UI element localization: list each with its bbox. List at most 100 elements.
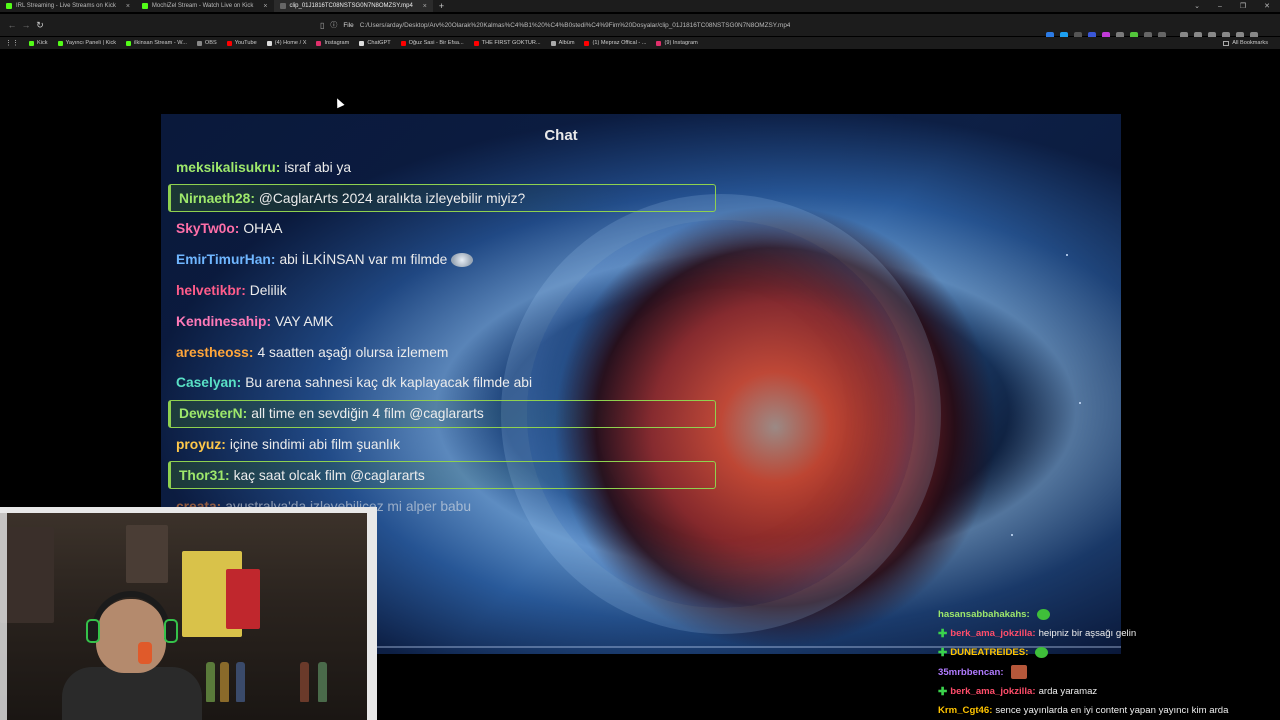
frame-edge (0, 507, 377, 513)
side-chat-username: Krm_Cgt46: (938, 705, 993, 717)
info-icon[interactable]: ⓘ (330, 20, 337, 30)
tab-search-icon[interactable]: ⌄ (1194, 2, 1200, 10)
wall-poster (226, 569, 260, 629)
chat-text: kaç saat olcak film @caglararts (233, 467, 425, 483)
close-tab-icon[interactable]: × (126, 3, 130, 10)
side-chat-text: arda yaramaz (1038, 685, 1098, 697)
bookmark-mepraz[interactable]: (1) Mepraz Offical - ... (579, 40, 651, 46)
tab-title: MochiZel Stream - Watch Live on Kick (151, 3, 254, 9)
emote-icon (451, 252, 474, 267)
chat-username: Kendinesahip: (176, 313, 272, 329)
side-chat-username: hasansabbahakahs: (938, 609, 1030, 621)
bookmark-label: ChatGPT (367, 40, 391, 46)
address-bar[interactable]: ▯ ⓘ File C:/Users/arday/Desktop/Arv%20Ol… (320, 17, 880, 33)
chat-username: proyuz: (176, 437, 226, 453)
bookmark-label: YouTube (234, 40, 257, 46)
username-text: proyuz (176, 437, 222, 453)
chatgpt-icon (359, 40, 365, 46)
close-window-icon[interactable]: ✕ (1264, 2, 1270, 10)
bookmark-yayinci-paneli[interactable]: Yayıncı Paneli | Kick (53, 40, 121, 46)
folder-icon (550, 40, 556, 46)
url-text[interactable]: C:/Users/arday/Desktop/Arv%20Olarak%20Ka… (360, 22, 791, 29)
chat-message: helvetikbr: Delilik (168, 275, 716, 306)
bookmark-kick[interactable]: Kick (24, 40, 53, 46)
chat-text: all time en sevdiğin 4 film @caglararts (251, 406, 484, 422)
side-chat-message: hasansabbahakahs: (938, 605, 1268, 624)
stream-chat-list: meksikalisukru: israf abi ya Nirnaeth28:… (168, 152, 716, 522)
tab-mochizel-stream[interactable]: MochiZel Stream - Watch Live on Kick × (136, 0, 274, 12)
chat-username: helvetikbr: (176, 283, 246, 299)
kick-icon (141, 3, 148, 9)
bookmark-label: Instagram (324, 40, 350, 46)
chat-message: Kendinesahip: VAY AMK (168, 306, 716, 337)
minimize-icon[interactable]: – (1218, 3, 1222, 10)
bookmark-chatgpt[interactable]: ChatGPT (354, 40, 395, 46)
bookmark-youtube[interactable]: YouTube (222, 40, 262, 46)
folder-icon (1223, 40, 1230, 46)
bookmark-folder-album[interactable]: Albüm (546, 40, 580, 46)
bookmark-instagram[interactable]: Instagram (311, 40, 354, 46)
side-chat-text: heipniz bir aşsağı gelin (1038, 628, 1137, 640)
all-bookmarks-button[interactable]: All Bookmarks (1223, 37, 1268, 49)
side-chat-username: DUNEATREIDES: (950, 647, 1029, 659)
tab-strip: IRL Streaming - Live Streams on Kick × M… (0, 0, 1280, 12)
close-tab-icon[interactable]: × (423, 3, 427, 10)
all-bookmarks-label: All Bookmarks (1232, 40, 1268, 46)
picture-emote-icon (1010, 665, 1027, 680)
chat-message-highlighted: Thor31: kaç saat olcak film @caglararts (168, 461, 716, 490)
bookmark-page-icon[interactable]: ▯ (320, 21, 324, 30)
arrow-right-icon[interactable]: → (19, 18, 33, 32)
green-emote-icon (1036, 609, 1050, 621)
chat-username: Thor31: (179, 467, 230, 483)
chat-message: SkyTw0o: OHAA (168, 214, 716, 245)
bookmark-obs[interactable]: OBS (192, 40, 222, 46)
chat-username: Nirnaeth28: (179, 190, 255, 206)
username-text: Kendinesahip (176, 313, 267, 329)
bookmark-instagram-9[interactable]: (9) Instagram (651, 40, 702, 46)
bookmark-label: Albüm (558, 40, 575, 46)
frame-edge (367, 507, 377, 720)
reload-icon[interactable]: ↻ (33, 18, 47, 32)
kick-icon (57, 40, 63, 46)
bookmarks-bar: ⋮⋮ Kick Yayıncı Paneli | Kick ilkinsan S… (0, 37, 1280, 49)
new-tab-button[interactable]: + (433, 1, 450, 11)
chat-text: @CaglarArts 2024 aralıkta izleyebilir mi… (258, 190, 526, 206)
window-controls: ⌄ – ❐ ✕ (1194, 0, 1270, 12)
bookmark-first-goktur[interactable]: THE FIRST GOKTUR... (469, 40, 546, 46)
side-chat-message: Krm_Cgt46: sence yayınlarda en iyi conte… (938, 701, 1268, 720)
bookmark-label: (9) Instagram (664, 40, 698, 46)
tab-clip-file[interactable]: clip_01J1816TC08NSTSG0N7N8OMZSY.mp4 × (273, 0, 433, 12)
chat-message: meksikalisukru: israf abi ya (168, 152, 716, 183)
bookmark-ilkinsan-stream[interactable]: ilkinsan Stream - W... (121, 40, 192, 46)
restore-icon[interactable]: ❐ (1240, 2, 1246, 10)
bookmark-label: THE FIRST GOKTUR... (481, 40, 541, 46)
chat-message-highlighted: DewsterN: all time en sevdiğin 4 film @c… (168, 399, 716, 428)
side-chat-message: ✚ berk_ama_jokzilla: arda yaramaz (938, 682, 1268, 701)
bookmark-label: OBS (204, 40, 217, 46)
username-text: SkyTw0o (176, 221, 235, 237)
side-chat-overlay: hasansabbahakahs: ✚ berk_ama_jokzilla: h… (938, 605, 1268, 720)
username-text: berk_ama_jokzilla (950, 628, 1033, 640)
tab-irl-streaming[interactable]: IRL Streaming - Live Streams on Kick × (0, 0, 136, 12)
instagram-icon (316, 40, 322, 46)
username-text: Nirnaeth28 (179, 190, 251, 206)
username-text: Caselyan (176, 375, 237, 391)
chat-username: meksikalisukru: (176, 159, 281, 175)
apps-grid-icon[interactable]: ⋮⋮ (0, 39, 24, 47)
sub-badge-icon: ✚ (938, 647, 948, 660)
youtube-icon (400, 40, 406, 46)
chat-username: EmirTimurHan: (176, 252, 276, 268)
close-tab-icon[interactable]: × (263, 3, 267, 10)
side-chat-username: 35mrbbencan: (938, 666, 1004, 678)
star-dot (1066, 254, 1068, 256)
arrow-left-icon[interactable]: ← (5, 18, 19, 32)
tab-title: clip_01J1816TC08NSTSG0N7N8OMZSY.mp4 (289, 3, 413, 9)
username-text: berk_ama_jokzilla (950, 685, 1033, 697)
chat-message: arestheoss: 4 saatten aşağı olursa izlem… (168, 337, 716, 368)
username-text: helvetikbr (176, 283, 242, 299)
bookmark-x-home[interactable]: (4) Home / X (262, 40, 312, 46)
bookmark-oguz-sasi[interactable]: Oğuz Sasi - Bir Efsa... (396, 40, 469, 46)
chat-text: 4 saatten aşağı olursa izlemem (257, 344, 449, 360)
side-chat-message: ✚ DUNEATREIDES: (938, 643, 1268, 662)
username-text: DUNEATREIDES (950, 647, 1026, 659)
